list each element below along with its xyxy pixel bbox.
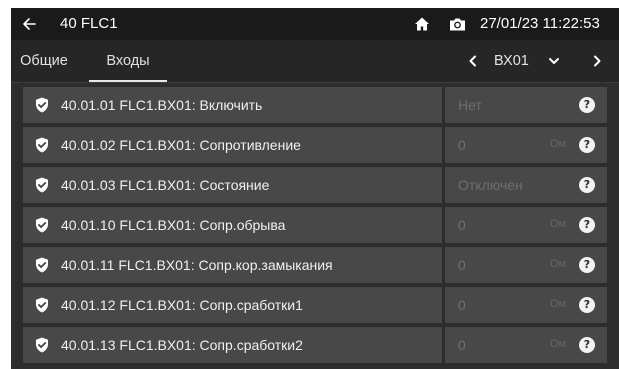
tab-inputs[interactable]: Входы — [89, 40, 167, 82]
help-button[interactable]: ? — [579, 257, 595, 273]
parameter-unit: Ом — [550, 298, 567, 310]
parameter-label-cell: 40.01.10 FLC1.BX01: Сопр.обрыва — [23, 207, 442, 243]
parameter-label-cell: 40.01.11 FLC1.BX01: Сопр.кор.замыкания — [23, 247, 442, 283]
parameter-value: Нет — [458, 97, 482, 113]
parameter-value: Отключен — [458, 177, 523, 193]
parameter-label: 40.01.12 FLC1.BX01: Сопр.сработки1 — [61, 297, 303, 313]
parameter-value-field[interactable]: 0 Ом ? — [445, 247, 607, 283]
help-icon: ? — [583, 298, 591, 311]
parameter-label-cell: 40.01.13 FLC1.BX01: Сопр.сработки2 — [23, 327, 442, 363]
active-tab-indicator — [89, 80, 167, 82]
help-button[interactable]: ? — [579, 137, 595, 153]
parameter-label: 40.01.01 FLC1.BX01: Включить — [61, 97, 263, 113]
parameter-unit: Ом — [550, 218, 567, 230]
parameter-row: 40.01.02 FLC1.BX01: Сопротивление 0 Ом ? — [23, 127, 607, 163]
parameter-label: 40.01.13 FLC1.BX01: Сопр.сработки2 — [61, 337, 303, 353]
parameter-row: 40.01.11 FLC1.BX01: Сопр.кор.замыкания 0… — [23, 247, 607, 283]
parameter-value-field[interactable]: 0 Ом ? — [445, 207, 607, 243]
chevron-right-icon — [594, 55, 601, 67]
shield-check-icon — [36, 217, 48, 233]
chevron-left-icon — [469, 55, 476, 67]
help-button[interactable]: ? — [579, 337, 595, 353]
parameter-value-field[interactable]: Нет ? — [445, 87, 607, 123]
parameter-label: 40.01.10 FLC1.BX01: Сопр.обрыва — [61, 217, 286, 233]
help-icon: ? — [583, 218, 591, 231]
help-icon: ? — [583, 178, 591, 191]
help-icon: ? — [583, 138, 591, 151]
parameter-unit: Ом — [550, 338, 567, 350]
arrow-left-icon — [23, 18, 36, 30]
parameter-label: 40.01.02 FLC1.BX01: Сопротивление — [61, 137, 301, 153]
help-icon: ? — [583, 338, 591, 351]
parameter-row: 40.01.01 FLC1.BX01: Включить Нет ? — [23, 87, 607, 123]
help-button[interactable]: ? — [579, 97, 595, 113]
parameter-unit: Ом — [550, 258, 567, 270]
parameter-value: 0 — [458, 257, 466, 273]
parameter-row: 40.01.12 FLC1.BX01: Сопр.сработки1 0 Ом … — [23, 287, 607, 323]
parameter-value-field[interactable]: 0 Ом ? — [445, 287, 607, 323]
shield-check-icon — [36, 337, 48, 353]
parameter-value: 0 — [458, 217, 466, 233]
datetime-display: 27/01/23 11:22:53 — [480, 15, 600, 32]
parameter-label: 40.01.11 FLC1.BX01: Сопр.кор.замыкания — [61, 257, 333, 273]
parameter-value: 0 — [458, 297, 466, 313]
parameter-value: 0 — [458, 137, 466, 153]
parameter-label-cell: 40.01.01 FLC1.BX01: Включить — [23, 87, 442, 123]
tab-bar: Общие Входы ВХ01 — [11, 40, 619, 83]
parameter-value-field[interactable]: 0 Ом ? — [445, 327, 607, 363]
chevron-down-icon — [549, 58, 559, 64]
parameter-value-field[interactable]: 0 Ом ? — [445, 127, 607, 163]
help-icon: ? — [583, 98, 591, 111]
next-input-button[interactable] — [587, 51, 607, 71]
parameter-value: 0 — [458, 337, 466, 353]
input-selector[interactable]: ВХ01 — [494, 40, 564, 82]
parameter-label: 40.01.03 FLC1.BX01: Состояние — [61, 177, 270, 193]
shield-check-icon — [36, 297, 48, 313]
parameter-value-field[interactable]: Отключен ? — [445, 167, 607, 203]
previous-input-button[interactable] — [463, 51, 483, 71]
parameter-row: 40.01.13 FLC1.BX01: Сопр.сработки2 0 Ом … — [23, 327, 607, 363]
shield-check-icon — [36, 137, 48, 153]
help-icon: ? — [583, 258, 591, 271]
app-window: 40 FLC1 27/01/23 11:22:53 Общие Входы ВХ… — [11, 8, 619, 369]
shield-check-icon — [36, 97, 48, 113]
parameter-row: 40.01.03 FLC1.BX01: Состояние Отключен ? — [23, 167, 607, 203]
screenshot-button[interactable] — [449, 16, 466, 32]
parameter-row: 40.01.10 FLC1.BX01: Сопр.обрыва 0 Ом ? — [23, 207, 607, 243]
back-button[interactable] — [19, 12, 39, 36]
input-selector-value: ВХ01 — [494, 53, 529, 69]
top-bar: 40 FLC1 27/01/23 11:22:53 — [11, 8, 619, 40]
device-title: 40 FLC1 — [60, 15, 118, 32]
parameter-unit: Ом — [550, 138, 567, 150]
help-button[interactable]: ? — [579, 177, 595, 193]
help-button[interactable]: ? — [579, 217, 595, 233]
parameter-label-cell: 40.01.12 FLC1.BX01: Сопр.сработки1 — [23, 287, 442, 323]
shield-check-icon — [36, 177, 48, 193]
camera-icon — [450, 18, 465, 31]
parameter-label-cell: 40.01.03 FLC1.BX01: Состояние — [23, 167, 442, 203]
shield-check-icon — [36, 257, 48, 273]
home-button[interactable] — [414, 16, 430, 32]
tab-inputs-label: Входы — [106, 53, 150, 69]
home-icon — [415, 17, 429, 31]
tab-general[interactable]: Общие — [11, 40, 77, 82]
help-button[interactable]: ? — [579, 297, 595, 313]
parameter-label-cell: 40.01.02 FLC1.BX01: Сопротивление — [23, 127, 442, 163]
